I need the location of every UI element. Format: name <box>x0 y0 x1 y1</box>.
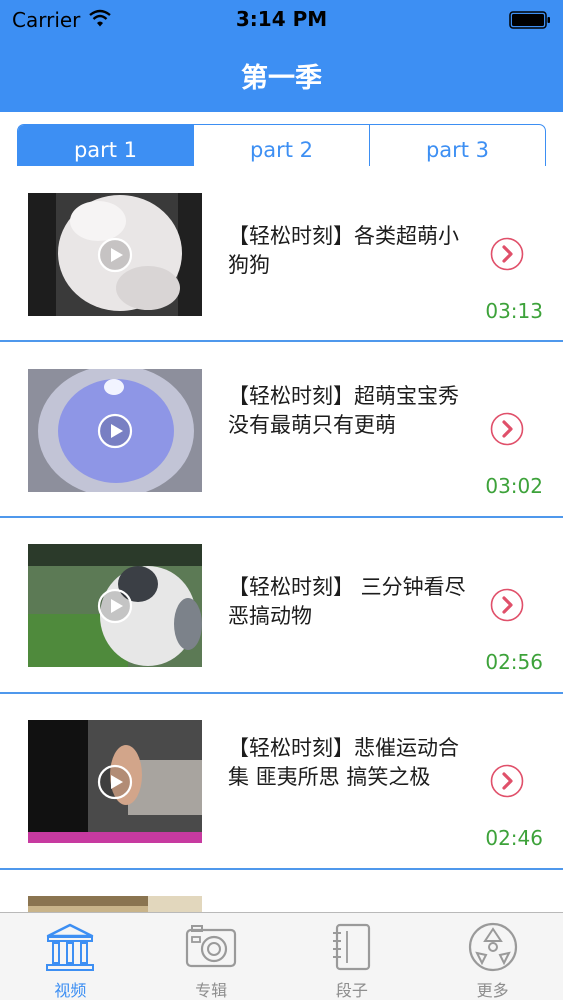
video-thumbnail[interactable] <box>28 193 202 316</box>
tab-jokes[interactable]: 段子 <box>282 913 423 1000</box>
status-time: 3:14 PM <box>235 7 328 31</box>
tab-bar: 视频 专辑 段子 更多 <box>0 912 563 1000</box>
chevron-right-icon[interactable] <box>490 588 524 622</box>
video-duration: 02:46 <box>485 826 543 850</box>
tab-label: 视频 <box>54 981 87 1000</box>
video-title: 【轻松时刻】超萌宝宝秀 没有最萌只有更萌 <box>228 384 480 437</box>
play-icon[interactable] <box>97 237 133 273</box>
camera-icon <box>186 925 237 968</box>
video-thumbnail[interactable] <box>28 720 202 843</box>
status-bar: Carrier 3:14 PM <box>0 0 563 40</box>
chevron-right-icon[interactable] <box>490 237 524 271</box>
battery-icon <box>509 11 550 29</box>
video-duration: 03:02 <box>485 474 543 498</box>
film-reel-icon <box>468 922 517 972</box>
video-duration: 02:56 <box>485 650 543 674</box>
notebook-icon <box>332 923 370 971</box>
tab-label: 更多 <box>476 981 509 1000</box>
navigation-bar: 第一季 <box>0 40 563 112</box>
video-title: 【轻松时刻】悲催运动合集 匪夷所思 搞笑之极 <box>228 736 459 789</box>
video-list-item[interactable]: 【轻松时刻】 三分钟看尽恶搞动物 02:56 <box>0 518 563 694</box>
museum-icon <box>46 923 95 971</box>
tab-album[interactable]: 专辑 <box>141 913 282 1000</box>
video-list-item[interactable]: 【轻松时刻】悲催运动合集 匪夷所思 搞笑之极 02:46 <box>0 694 563 870</box>
video-list-item[interactable]: 【轻松时刻】超萌宝宝秀 没有最萌只有更萌 03:02 <box>0 342 563 518</box>
page-title: 第一季 <box>241 63 322 94</box>
video-title: 【轻松时刻】 三分钟看尽恶搞动物 <box>228 575 466 628</box>
video-thumbnail[interactable] <box>28 369 202 492</box>
video-duration: 03:13 <box>485 299 543 323</box>
tab-label: 段子 <box>335 981 368 1000</box>
tab-more[interactable]: 更多 <box>422 913 563 1000</box>
tab-video[interactable]: 视频 <box>0 913 141 1000</box>
video-title: 【轻松时刻】各类超萌小狗狗 <box>228 224 459 277</box>
chevron-right-icon[interactable] <box>490 764 524 798</box>
chevron-right-icon[interactable] <box>490 412 524 446</box>
play-icon[interactable] <box>97 413 133 449</box>
video-list-item[interactable]: 【轻松时刻】各类超萌小狗狗 03:13 <box>0 166 563 342</box>
tab-label: 专辑 <box>195 981 228 1000</box>
play-icon[interactable] <box>97 764 133 800</box>
video-thumbnail[interactable] <box>28 544 202 667</box>
play-icon[interactable] <box>97 588 133 624</box>
